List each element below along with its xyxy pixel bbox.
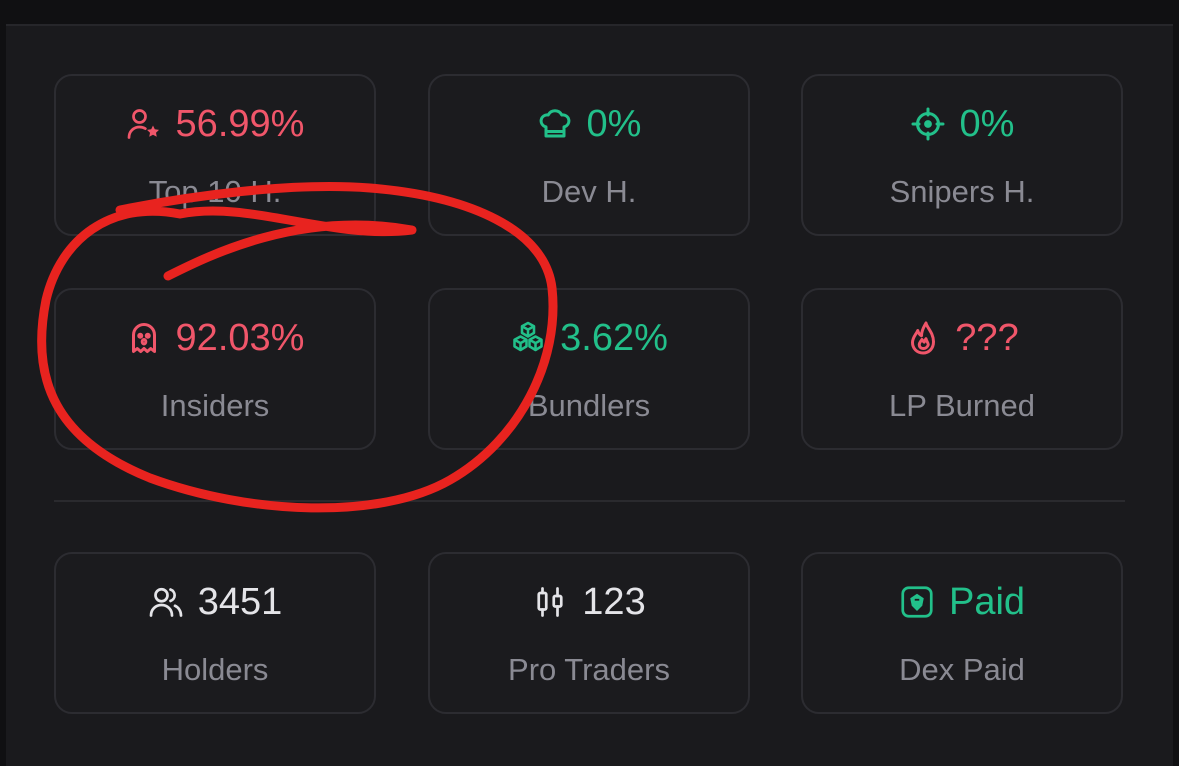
dex-eagle-icon [901, 586, 933, 618]
holders-card[interactable]: 3451 Holders [54, 552, 376, 714]
lp-burned-card[interactable]: ??? LP Burned [801, 288, 1123, 450]
lp-burned-label: LP Burned [889, 388, 1035, 423]
top10-holders-label: Top 10 H. [148, 174, 282, 209]
dev-holdings-value: 0% [586, 103, 642, 145]
snipers-holdings-card[interactable]: 0% Snipers H. [801, 74, 1123, 236]
top10-holders-value: 56.99% [175, 103, 305, 145]
top10-holders-card[interactable]: 56.99% Top 10 H. [54, 74, 376, 236]
pro-traders-value: 123 [582, 581, 646, 623]
bundlers-label: Bundlers [527, 388, 651, 423]
bundlers-value: 3.62% [560, 317, 668, 359]
chef-hat-icon [539, 109, 570, 138]
snipers-holdings-value: 0% [959, 103, 1015, 145]
lp-burned-value: ??? [955, 317, 1019, 359]
pro-traders-label: Pro Traders [508, 652, 670, 687]
pro-traders-card[interactable]: 123 Pro Traders [428, 552, 750, 714]
user-star-icon [127, 109, 159, 139]
insiders-card[interactable]: 92.03% Insiders [54, 288, 376, 450]
crosshair-icon [911, 107, 945, 141]
dev-holdings-card[interactable]: 0% Dev H. [428, 74, 750, 236]
snipers-holdings-label: Snipers H. [889, 174, 1035, 209]
dev-holdings-label: Dev H. [541, 174, 637, 209]
flame-icon [911, 321, 936, 355]
insiders-value: 92.03% [175, 317, 305, 359]
insiders-label: Insiders [160, 388, 270, 423]
dex-paid-value: Paid [948, 581, 1026, 623]
users-icon [149, 587, 183, 617]
bundlers-card[interactable]: 3.62% Bundlers [428, 288, 750, 450]
holders-value: 3451 [197, 581, 283, 623]
ghost-icon [131, 323, 156, 353]
section-divider [54, 500, 1125, 502]
boxes-icon [513, 321, 543, 352]
holders-label: Holders [161, 652, 269, 687]
dex-paid-card[interactable]: Paid Dex Paid [801, 552, 1123, 714]
dex-paid-label: Dex Paid [899, 652, 1025, 687]
candlestick-icon [537, 587, 563, 617]
